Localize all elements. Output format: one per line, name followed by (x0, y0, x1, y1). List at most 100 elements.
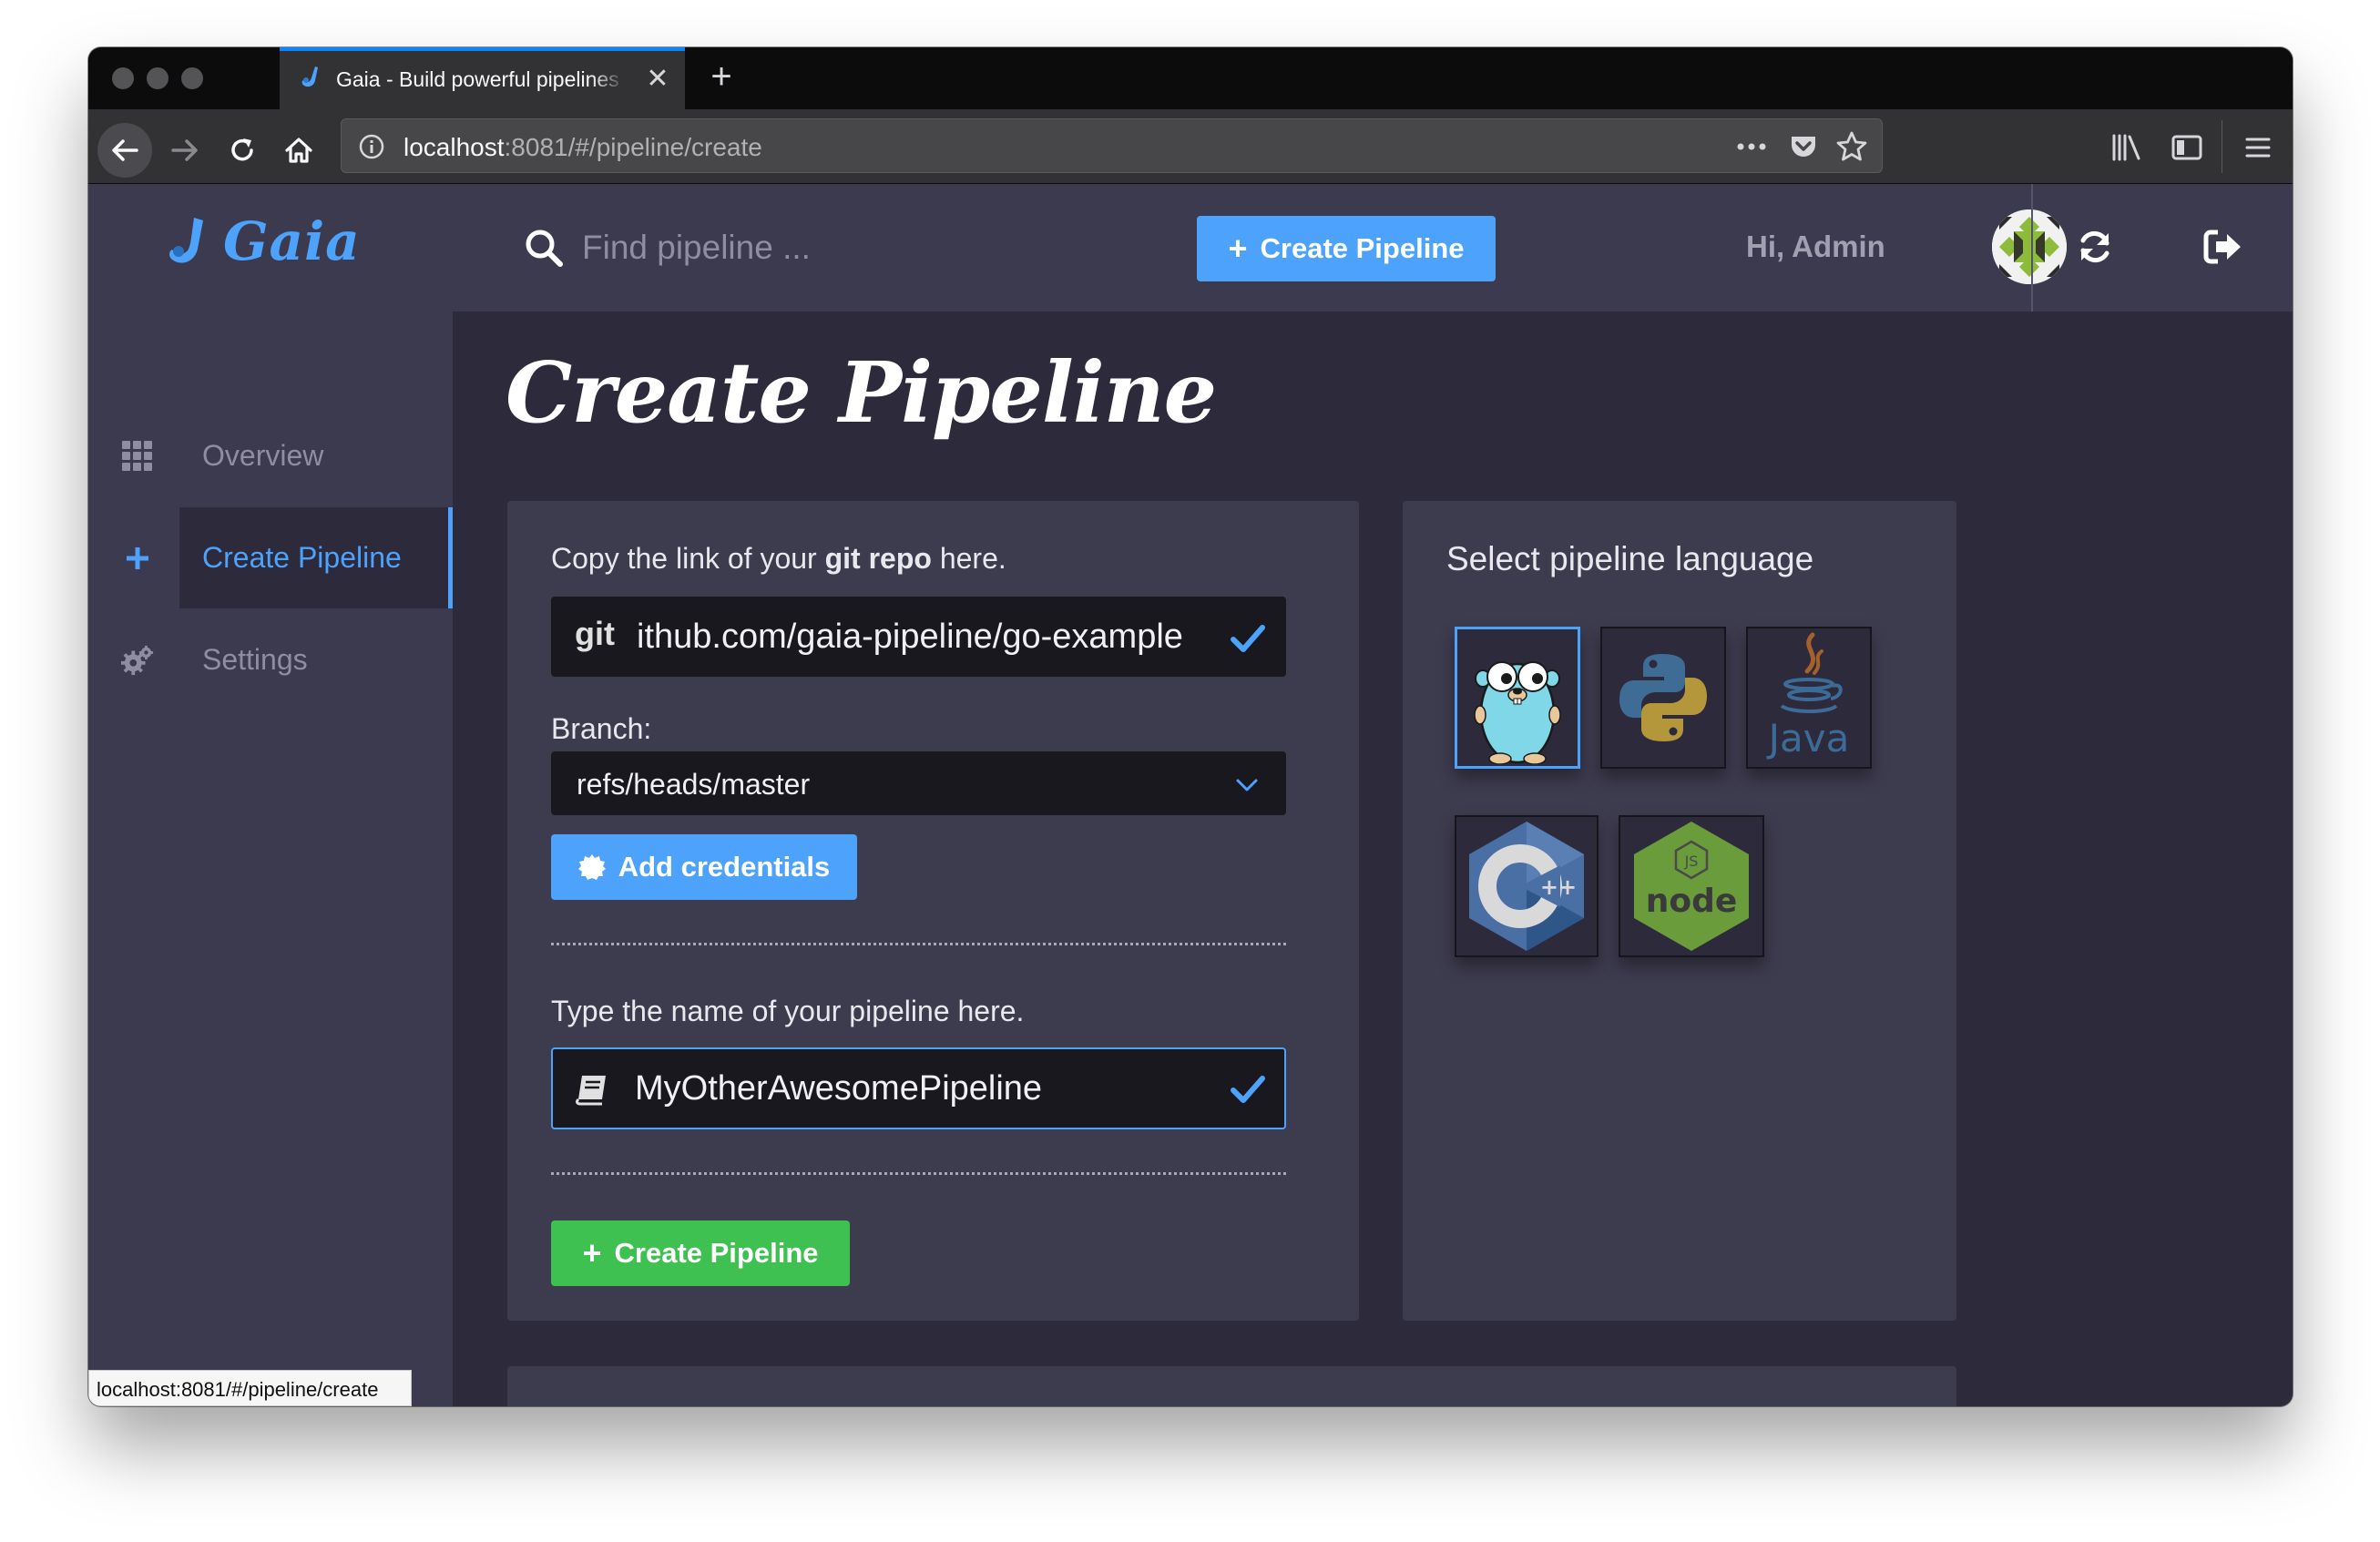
section-divider (551, 1172, 1286, 1175)
sign-out-icon (2203, 230, 2241, 264)
window-minimize-button[interactable] (147, 67, 169, 89)
language-selector: Select pipeline language Java ++ JS node (1403, 501, 1956, 1321)
repo-label-text: Copy the link of your (551, 542, 825, 575)
sidebar: Gaia Overview Create Pipeline Settings l… (88, 184, 453, 1406)
pipeline-name-label: Type the name of your pipeline here. (551, 995, 1025, 1027)
sidebar-item-label: Settings (202, 643, 308, 676)
gaia-app: Gaia Overview Create Pipeline Settings l… (88, 184, 2293, 1406)
bookmark-star-icon[interactable] (1835, 130, 1868, 163)
logout-button[interactable] (2199, 222, 2248, 271)
reload-button[interactable] (219, 127, 266, 174)
cpp-icon: ++ (1469, 822, 1584, 951)
gaia-logo-icon (169, 218, 203, 263)
chevron-down-icon (1236, 779, 1258, 791)
check-icon (1231, 625, 1265, 652)
page-title: Create Pipeline (506, 343, 1217, 442)
add-credentials-label: Add credentials (618, 851, 831, 883)
git-icon: git (575, 615, 615, 652)
plus-icon: + (582, 1234, 602, 1271)
plus-icon (121, 542, 154, 575)
branch-label: Branch: (551, 712, 652, 745)
info-icon[interactable] (358, 133, 385, 160)
python-icon (1619, 654, 1707, 741)
submit-create-pipeline-button[interactable]: + Create Pipeline (551, 1220, 850, 1286)
url-bar[interactable]: localhost:8081/#/pipeline/create (341, 118, 1883, 173)
url-text: localhost:8081/#/pipeline/create (403, 133, 762, 162)
back-button[interactable] (97, 123, 152, 178)
java-icon: Java (1766, 632, 1850, 761)
nodejs-icon: JS node (1634, 822, 1749, 951)
refresh-icon (2080, 230, 2109, 263)
add-credentials-button[interactable]: Add credentials (551, 834, 857, 900)
pocket-icon[interactable] (1788, 131, 1819, 162)
window-zoom-button[interactable] (181, 67, 203, 89)
library-icon[interactable] (2110, 131, 2143, 164)
repo-label-bold: git repo (824, 542, 932, 575)
arrow-left-icon (112, 139, 138, 161)
create-pipeline-form: Copy the link of your git repo here. git… (507, 501, 1359, 1321)
tab-close-icon[interactable]: ✕ (642, 64, 673, 95)
java-logo-text: Java (1766, 716, 1850, 761)
git-repo-field[interactable]: git (551, 597, 1286, 677)
browser-tab-bar: Gaia - Build powerful pipelines ✕ + (88, 47, 2293, 109)
hamburger-menu-icon[interactable] (2242, 131, 2274, 164)
sidebar-item-create-pipeline[interactable]: Create Pipeline (88, 507, 453, 608)
check-icon (1231, 1076, 1265, 1103)
pipeline-name-input[interactable] (635, 1049, 1200, 1128)
refresh-button[interactable] (2070, 222, 2120, 271)
window-close-button[interactable] (112, 67, 134, 89)
language-option-cpp[interactable]: ++ (1455, 815, 1599, 957)
new-tab-icon[interactable]: + (700, 56, 742, 98)
gears-icon (121, 644, 154, 677)
tab-title: Gaia - Build powerful pipelines (336, 67, 619, 91)
user-greeting: Hi, Admin (1746, 230, 1885, 263)
section-divider (551, 943, 1286, 945)
nodejs-logo-text: node (1646, 883, 1738, 920)
branch-select[interactable]: refs/heads/master (551, 751, 1286, 815)
home-icon (285, 138, 312, 163)
more-actions-icon[interactable] (1735, 136, 1768, 158)
arrow-right-icon (171, 139, 198, 161)
sidebar-item-overview[interactable]: Overview (88, 405, 453, 506)
language-option-nodejs[interactable]: JS node (1619, 815, 1764, 957)
browser-tab[interactable]: Gaia - Build powerful pipelines ✕ (280, 47, 685, 109)
grid-icon (121, 440, 154, 473)
logo-text: Gaia (223, 210, 361, 272)
pipeline-history-card (507, 1366, 1956, 1406)
create-pipeline-button[interactable]: + Create Pipeline (1197, 216, 1496, 281)
top-bar: + Create Pipeline Hi, Admin (453, 184, 2293, 311)
submit-create-pipeline-label: Create Pipeline (614, 1237, 819, 1269)
topbar-divider (2031, 184, 2033, 311)
forward-button[interactable] (161, 127, 209, 174)
certificate-icon (577, 854, 606, 880)
language-option-go[interactable] (1455, 627, 1580, 769)
reload-icon (231, 138, 253, 161)
url-host: localhost (403, 133, 505, 161)
home-button[interactable] (275, 127, 322, 174)
git-repo-input[interactable] (637, 598, 1210, 675)
search-icon (526, 230, 563, 267)
branch-value: refs/heads/master (577, 768, 811, 801)
search-input[interactable] (580, 219, 966, 277)
language-selector-title: Select pipeline language (1446, 540, 1814, 577)
avatar[interactable] (1992, 209, 2067, 284)
sidebar-item-label: Create Pipeline (202, 541, 402, 574)
gaia-favicon-icon (301, 66, 318, 87)
link-status-bar: localhost:8081/#/pipeline/create (88, 1370, 412, 1406)
identicon-icon (1992, 209, 2067, 284)
plus-icon: + (1228, 230, 1248, 267)
pipeline-name-field[interactable] (551, 1047, 1286, 1129)
repo-label-suffix: here. (931, 542, 1006, 575)
svg-text:JS: JS (1684, 853, 1699, 870)
cpp-logo-text: ++ (1540, 874, 1577, 900)
sidebar-toggle-icon[interactable] (2171, 131, 2203, 164)
repo-label: Copy the link of your git repo here. (551, 542, 1006, 576)
language-option-python[interactable] (1600, 627, 1726, 769)
gaia-logo[interactable]: Gaia (167, 209, 361, 273)
go-gopher-icon (1474, 661, 1561, 764)
url-path: :8081/#/pipeline/create (504, 133, 762, 161)
browser-nav-bar: localhost:8081/#/pipeline/create (88, 109, 2293, 184)
book-icon (576, 1076, 606, 1106)
sidebar-item-settings[interactable]: Settings (88, 609, 453, 710)
language-option-java[interactable]: Java (1746, 627, 1872, 769)
